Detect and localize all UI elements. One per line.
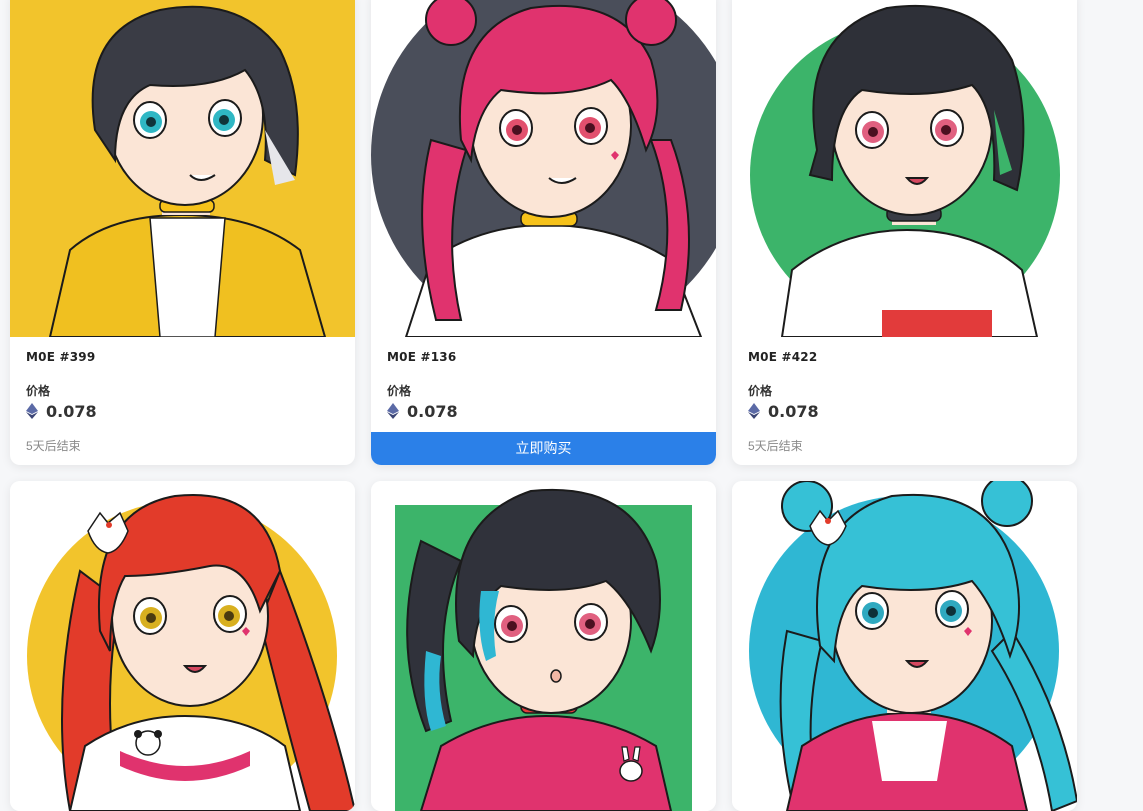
auction-ends-text: 5天后结束 [26, 439, 81, 453]
nft-card[interactable] [371, 481, 716, 811]
ethereum-icon [748, 403, 760, 419]
nft-artwork [10, 481, 355, 811]
nft-title: M0E #136 [387, 350, 457, 364]
price-row: 0.078 [748, 400, 819, 422]
ethereum-icon [387, 403, 399, 419]
price-label: 价格 [387, 384, 412, 398]
nft-card[interactable]: M0E #422 价格 0.078 5天后结束 [732, 0, 1077, 465]
nft-artwork [371, 481, 716, 811]
nft-info: M0E #136 价格 0.078 立即购买 [371, 337, 716, 465]
price-value: 0.078 [46, 401, 97, 421]
price-value: 0.078 [407, 401, 458, 421]
nft-info: M0E #399 价格 0.078 5天后结束 [10, 337, 355, 465]
price-value: 0.078 [768, 401, 819, 421]
price-label: 价格 [26, 384, 51, 398]
nft-card[interactable]: M0E #399 价格 0.078 5天后结束 [10, 0, 355, 465]
nft-title: M0E #399 [26, 350, 96, 364]
nft-artwork [732, 0, 1077, 337]
nft-artwork [10, 0, 355, 337]
nft-title: M0E #422 [748, 350, 818, 364]
nft-card[interactable]: M0E #136 价格 0.078 立即购买 [371, 0, 716, 465]
nft-card[interactable] [732, 481, 1077, 811]
nft-card[interactable] [10, 481, 355, 811]
ethereum-icon [26, 403, 38, 419]
nft-info: M0E #422 价格 0.078 5天后结束 [732, 337, 1077, 465]
auction-ends-text: 5天后结束 [748, 439, 803, 453]
price-row: 0.078 [387, 400, 458, 422]
buy-now-button[interactable]: 立即购买 [371, 432, 716, 465]
nft-grid: M0E #399 价格 0.078 5天后结束 M0E #136 价格 0.07… [0, 0, 1143, 811]
nft-artwork [732, 481, 1077, 811]
price-label: 价格 [748, 384, 773, 398]
nft-artwork [371, 0, 716, 337]
price-row: 0.078 [26, 400, 97, 422]
